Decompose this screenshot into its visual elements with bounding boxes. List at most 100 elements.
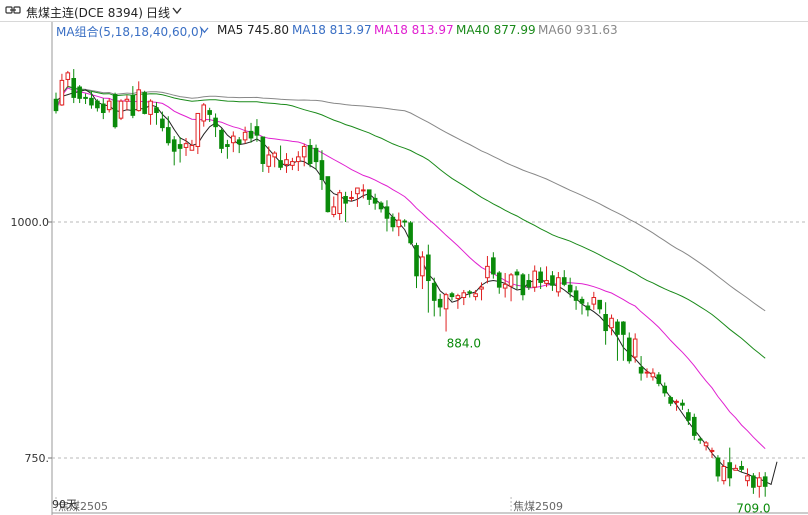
candle-body [183,143,189,148]
candle [686,408,691,425]
candle-body [615,321,620,335]
candle [668,395,673,407]
candle [756,472,762,498]
candle-body [609,317,614,329]
candle-body [591,297,597,305]
candle [213,113,218,138]
candle [254,119,260,142]
candle [567,277,573,298]
candle-body [733,467,738,471]
candle [290,157,295,171]
candle-body [420,256,425,277]
candle [189,139,195,151]
candle-body [225,144,230,147]
candle [106,98,112,113]
candle [520,272,526,301]
candle-body [284,159,289,165]
candle [573,286,579,310]
candle-body [431,282,437,301]
candle [621,321,626,361]
candle [727,447,733,487]
candle [426,244,431,313]
candle [195,112,201,155]
candle [142,90,147,115]
candle-body [154,107,159,113]
candle [739,460,744,473]
candle [597,299,603,314]
candle-body [721,465,727,482]
candle-body [337,192,342,215]
candle-body [426,254,431,282]
candle [319,150,325,190]
extreme-value-label: 709.0 [736,502,770,515]
candle [437,293,443,317]
candle [366,189,372,206]
candle-body [603,314,608,332]
candle [561,270,567,287]
candle-body [378,202,384,210]
candle [148,99,153,125]
candle-body [461,292,467,299]
candle [662,382,668,397]
candle [733,464,738,471]
candle-body [437,298,443,308]
candle-body [77,86,82,99]
candle [745,468,750,487]
candle [508,272,514,302]
candle [225,139,230,159]
candle [355,187,360,207]
candle-body [662,385,668,394]
candle-body [745,475,750,482]
candle [449,291,455,301]
candle [591,291,597,310]
candle-body [319,160,325,181]
candle [585,302,591,317]
candle-body [325,176,331,213]
candle-body [544,280,549,284]
candle-body [384,206,390,219]
candle-body [739,465,744,470]
candle [378,201,384,213]
candle [396,212,402,237]
candle-body [242,131,248,141]
candle-body [485,265,490,279]
candle [53,92,59,114]
candle-body [189,145,195,151]
candle [603,302,608,345]
candle-body [727,462,733,479]
candle-body [674,400,679,403]
candle-body [254,126,260,136]
candle-body [260,136,266,164]
candle-body [124,98,130,102]
candle-body [266,154,272,167]
candle-body [514,271,520,276]
candle [431,277,437,317]
candle [112,92,118,129]
candle [751,473,756,494]
candle [680,399,685,410]
candle [461,289,467,306]
candle-body [408,222,413,244]
candle-body [538,271,543,283]
candle-body [680,402,685,406]
ma18-line [55,87,766,450]
candle-body [136,89,142,112]
candle-body [756,477,762,487]
candle-body [632,338,638,358]
candle-body [390,216,396,228]
candle-body [236,139,242,145]
candle [71,69,77,104]
candle [479,282,484,301]
candle-body [165,127,171,144]
candle [473,289,478,301]
candle-body [89,97,94,106]
candle [485,255,490,284]
candle-body [550,275,555,286]
candle-body [703,442,709,447]
candle-body [207,110,212,115]
candlestick-chart[interactable]: 1000.0750.焦煤2505 焦煤250990天884.0709.0 [0,0,808,515]
candle-body [349,196,354,199]
candle-body [130,95,136,116]
candle [307,138,313,168]
candle [325,176,331,213]
